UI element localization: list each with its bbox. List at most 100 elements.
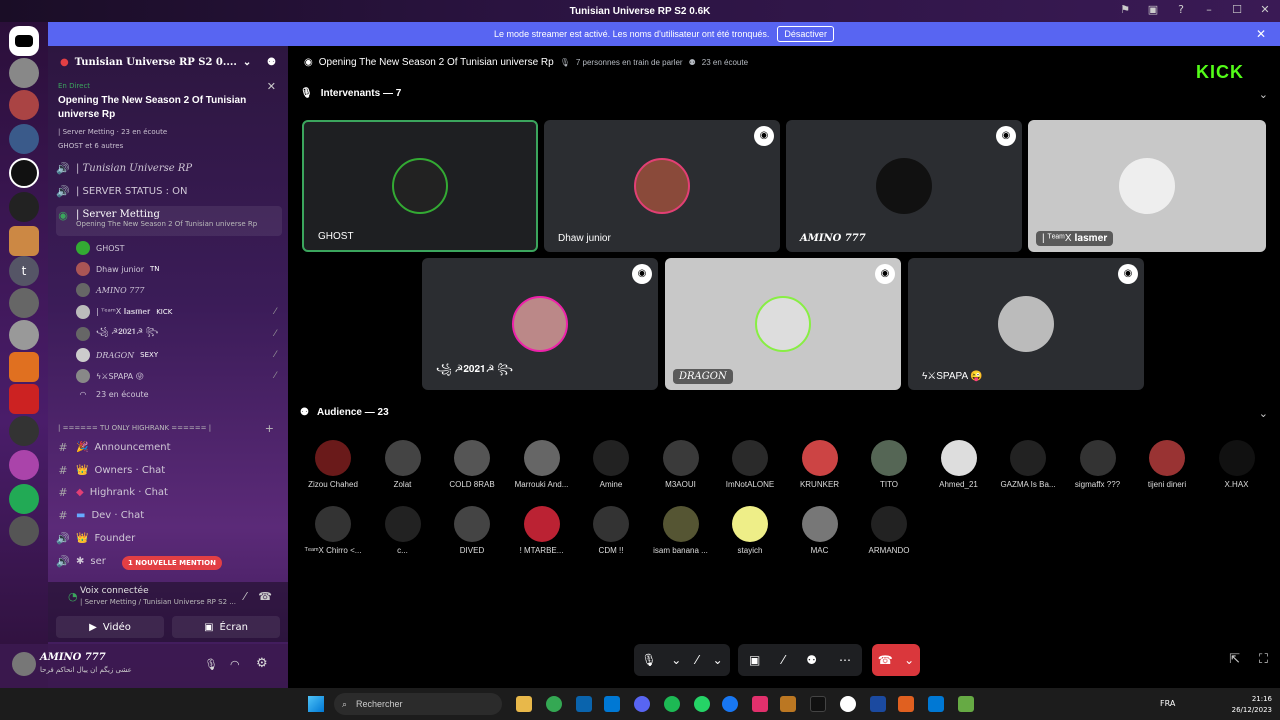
close-icon[interactable]: ✕ [1258,3,1272,17]
member-item[interactable]: DRAGON SEXY ⁄ [76,348,282,362]
member-item[interactable]: Dhaw junior TN [76,262,282,276]
app-icon[interactable] [780,696,796,712]
spotify-icon[interactable] [664,696,680,712]
camera-icon[interactable]: ◉ [632,264,652,284]
fullscreen-icon[interactable]: ⛶ [1259,652,1268,667]
app-icon[interactable] [576,696,592,712]
server-icon[interactable] [9,516,39,546]
server-icon[interactable] [9,320,39,350]
maximize-icon[interactable]: ☐ [1230,3,1244,17]
server-icon[interactable] [9,416,39,446]
activity-icon[interactable]: ⚉ [806,653,817,667]
audience-member[interactable]: Zizou Chahed [298,440,368,489]
help-icon[interactable]: ? [1174,3,1188,17]
camera-icon[interactable]: ◉ [1118,264,1138,284]
audience-member[interactable]: DIVED [437,506,507,555]
video-button[interactable]: ▶ Vidéo [56,616,164,638]
channel-dev-chat[interactable]: # ▬ Dev · Chat [56,509,282,522]
channel-owners-chat[interactable]: # 👑 Owners · Chat [56,464,282,477]
audience-member[interactable]: COLD 8RAB [437,440,507,489]
language-indicator[interactable]: FRA [1160,699,1175,708]
channel-founder[interactable]: 🔊 👑 Founder [56,532,282,545]
speaker-tile[interactable]: DRAGON ◉ [665,258,901,390]
discord-icon[interactable] [634,696,650,712]
app-icon[interactable] [898,696,914,712]
more-icon[interactable]: ⋯ [839,653,851,667]
member-item[interactable]: ◠ 23 en écoute [76,390,282,399]
add-channel-icon[interactable]: + [265,422,274,435]
member-item[interactable]: GHOST [76,241,282,255]
voice-channel[interactable]: | Server Metting / Tunisian Universe RP … [80,598,236,606]
speakers-header[interactable]: 🎙 Intervenants — 7 [300,88,401,99]
member-item[interactable]: | ᵀᵉᵃᵐX 𝐈𝐚𝐬𝐦𝐞𝐫 KICK ⁄ [76,305,282,319]
chrome-icon[interactable] [546,696,562,712]
server-icon[interactable] [9,226,39,256]
server-icon[interactable] [9,90,39,120]
channel-server-metting[interactable]: ◉ | Server Metting Opening The New Seaso… [56,206,282,236]
chevron-down-icon[interactable]: ⌄ [713,653,723,667]
leave-stage-button[interactable]: ☎ ⌄ [872,644,920,676]
member-item[interactable]: AMINO 777 [76,283,282,297]
popout-icon[interactable]: ⇱ [1229,652,1240,667]
audience-member[interactable]: Ahmed_21 [924,440,994,489]
app-icon[interactable] [958,696,974,712]
audience-member[interactable]: MAC [785,506,855,555]
channel-highrank-chat[interactable]: # ◆ Highrank · Chat [56,486,282,499]
audience-header[interactable]: ⚉ Audience — 23 [300,407,389,418]
audience-member[interactable]: ᵀᵉᵃᵐX Chirro <... [298,506,368,555]
inbox-icon[interactable]: ⚑ [1118,3,1132,17]
live-stage-card[interactable]: En Direct Opening The New Season 2 Of Tu… [48,78,288,154]
audience-member[interactable]: M3AOUI [646,440,716,489]
speaker-tile[interactable]: Dhaw junior ◉ [544,120,780,252]
screen-icon[interactable]: ▣ [1146,3,1160,17]
member-item[interactable]: ϟ⚔SPAPA 😜 ⁄ [76,369,282,383]
member-item[interactable]: ꧁ ☭𝟐𝟎𝟐𝟏☭ ꧂ ⁄ [76,326,282,342]
speaker-tile[interactable]: ϟ⚔SPAPA 😜 ◉ [908,258,1144,390]
app-icon[interactable] [840,696,856,712]
close-icon[interactable]: ✕ [267,80,276,93]
chevron-down-icon[interactable]: ⌄ [671,653,681,667]
mail-icon[interactable] [604,696,620,712]
camera-icon[interactable]: ◉ [875,264,895,284]
taskbar-search[interactable]: ⌕ Rechercher [334,693,502,715]
minimize-icon[interactable]: – [1202,3,1216,17]
windows-start-icon[interactable] [308,696,324,712]
screen-share-button[interactable]: ▣ Écran [172,616,280,638]
screen-share-icon[interactable]: ▣ [749,653,760,667]
close-banner-icon[interactable]: ✕ [1256,27,1266,41]
audience-member[interactable]: KRUNKER [785,440,855,489]
chevron-down-icon[interactable]: ⌄ [1259,88,1268,101]
audience-member[interactable]: X.HAX [1202,440,1272,489]
chevron-down-icon[interactable]: ⌄ [1259,407,1268,420]
vscode-icon[interactable] [928,696,944,712]
server-icon[interactable] [9,450,39,480]
audience-member[interactable]: GAZMA Is Ba... [993,440,1063,489]
audience-member[interactable]: Zolat [368,440,438,489]
noise-suppression-icon[interactable]: ⁄ [782,653,784,667]
audience-member[interactable]: sigmaffx ??? [1063,440,1133,489]
noise-icon[interactable]: ⁄ [244,590,246,603]
server-icon[interactable] [9,192,39,222]
speaker-tile[interactable]: | ᵀᵉᵃᵐX 𝐈𝐚𝐬𝐦𝐞𝐫 [1028,120,1266,252]
disconnect-icon[interactable]: ☎ [258,590,272,603]
app-icon[interactable] [870,696,886,712]
speaker-tile[interactable]: GHOST [302,120,538,252]
audience-member[interactable]: TITO [854,440,924,489]
disable-streamer-button[interactable]: Désactiver [777,26,834,42]
audience-member[interactable]: Amine [576,440,646,489]
server-icon[interactable] [9,484,39,514]
audience-member[interactable]: ARMANDO [854,506,924,555]
audience-member[interactable]: CDM !! [576,506,646,555]
camera-off-icon[interactable]: ⁄ [696,653,698,667]
server-icon[interactable]: t [9,256,39,286]
channel-tunisian[interactable]: 🔊 | Tunisian Universe RP [56,162,282,175]
server-icon[interactable] [9,158,39,188]
server-icon[interactable] [9,384,39,414]
discord-home-icon[interactable] [9,26,39,56]
server-icon[interactable] [9,124,39,154]
speaker-tile[interactable]: AMINO 777 ◉ [786,120,1022,252]
tiktok-icon[interactable] [810,696,826,712]
avatar[interactable] [12,652,36,676]
audience-member[interactable]: isam banana ... [646,506,716,555]
server-icon[interactable] [9,288,39,318]
